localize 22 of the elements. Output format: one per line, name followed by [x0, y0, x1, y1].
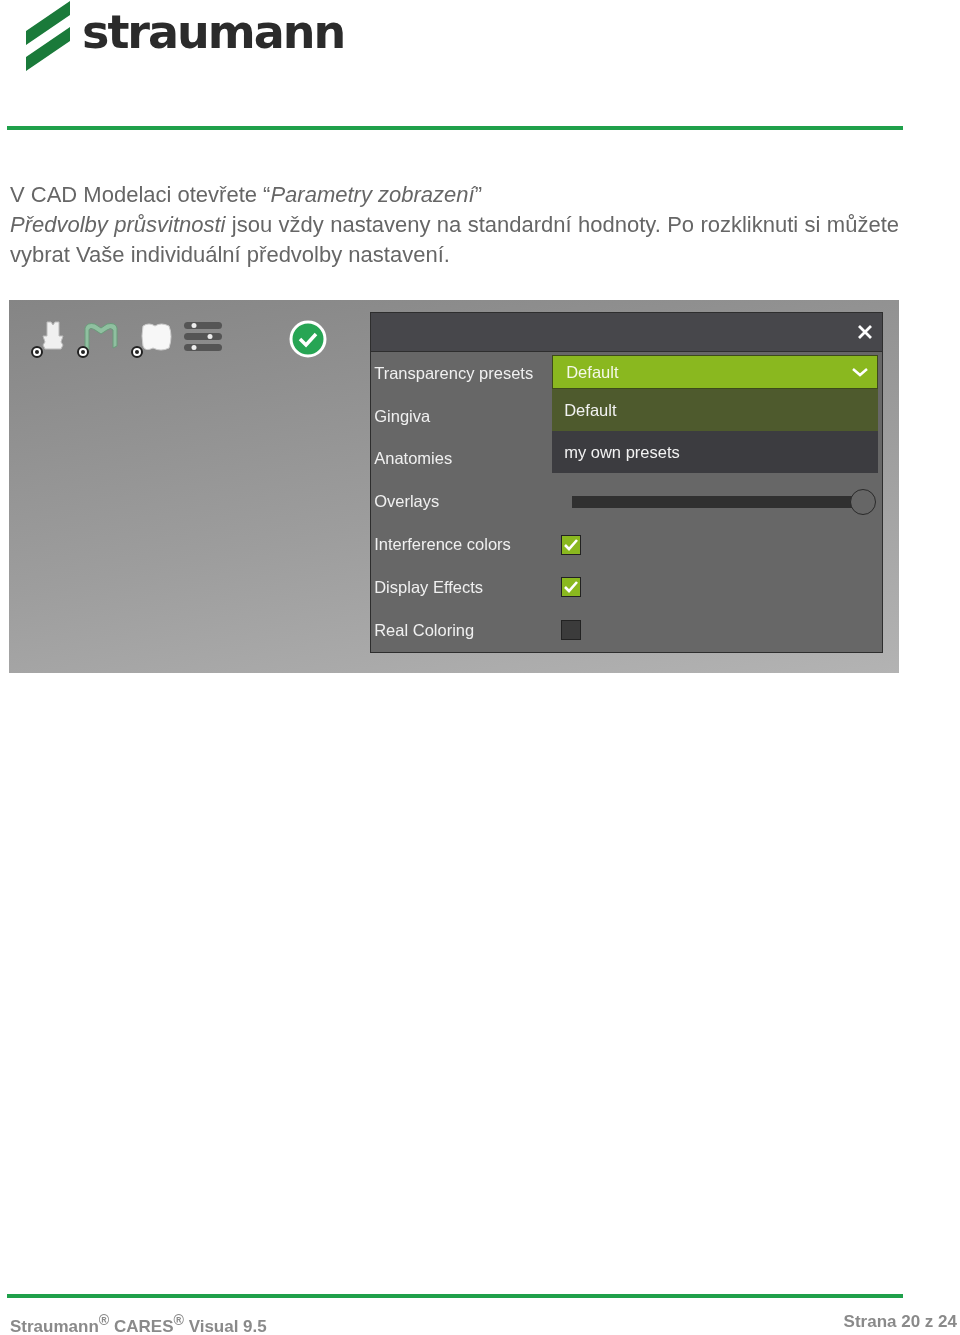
intro-paragraph: Předvolby průsvitnosti jsou vždy nastaveny na standardní hodnoty. Po rozkliknuti si můžete vybrat Vaše individuální předvolby nastavení. [10, 211, 899, 269]
setting-label: Interference colors [373, 535, 512, 555]
checkbox[interactable] [561, 534, 582, 555]
close-icon[interactable] [858, 325, 872, 339]
dropdown-option[interactable]: my own presets [552, 431, 879, 473]
setting-label: Transparency presets [373, 363, 535, 383]
intro-paragraph: V CAD Modelaci otevřete “Parametry zobrazení” [10, 181, 483, 209]
dropdown-option[interactable]: Default [552, 389, 879, 431]
chevron-icon [851, 367, 870, 377]
setting-label: Display Effects [373, 577, 485, 597]
checkbox[interactable] [561, 577, 582, 598]
page-number: Strana 20 z 24 [843, 1312, 957, 1333]
setting-label: Gingiva [373, 406, 432, 426]
confirm-check-icon[interactable] [289, 320, 327, 358]
slider-thumb[interactable] [850, 488, 877, 515]
setting-label: Real Coloring [373, 620, 476, 640]
setting-label: Anatomies [373, 449, 454, 469]
setting-label: Overlays [373, 492, 441, 512]
footer-product: Straumann$^{®}$ CARES$^{®}$ Visual 9.5 [10, 1312, 267, 1335]
logo-wordmark: straumann [82, 9, 345, 55]
sliders-icon[interactable] [183, 320, 223, 354]
checkbox[interactable] [561, 620, 582, 641]
